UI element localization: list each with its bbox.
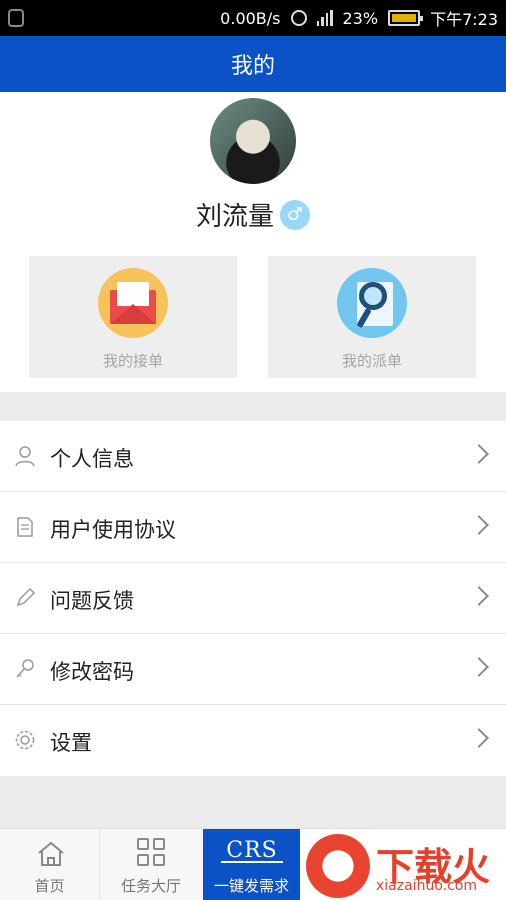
watermark: 下载火 xiazaihuo.com	[302, 832, 506, 900]
magnifier-icon	[337, 268, 407, 338]
person-icon	[15, 446, 35, 467]
my-dispatch-card[interactable]: 我的派单	[268, 256, 476, 378]
chevron-right-icon	[469, 515, 489, 535]
status-bar: 0.00B/s 23% 下午7:23	[0, 0, 506, 36]
notification-icon	[8, 9, 24, 27]
menu-item-settings[interactable]: 设置	[0, 705, 506, 776]
envelope-icon	[98, 268, 168, 338]
tab-home-label: 首页	[34, 877, 65, 895]
chevron-right-icon	[469, 728, 489, 748]
network-speed: 0.00B/s	[220, 8, 281, 28]
my-dispatch-label: 我的派单	[341, 352, 402, 370]
menu-label: 个人信息	[50, 447, 134, 471]
watermark-url: xiazaihuo.com	[376, 878, 477, 894]
pencil-icon	[16, 587, 36, 607]
grid-icon	[137, 838, 165, 866]
menu-item-personal-info[interactable]: 个人信息	[0, 421, 506, 492]
status-right: 0.00B/s 23% 下午7:23	[220, 0, 498, 36]
tab-task-hall[interactable]: 任务大厅	[101, 829, 201, 900]
profile-section: 刘流量 ♂ 我的接单 我的派单	[0, 92, 506, 392]
chevron-right-icon	[469, 657, 489, 677]
my-orders-label: 我的接单	[102, 352, 163, 370]
key-icon	[16, 659, 34, 678]
menu-label: 修改密码	[50, 660, 134, 684]
settings-menu: 个人信息 用户使用协议 问题反馈 修改密码 设置	[0, 421, 506, 776]
flame-logo-icon	[306, 834, 370, 898]
title-bar: 我的	[0, 36, 506, 92]
menu-label: 设置	[50, 731, 92, 755]
chevron-right-icon	[469, 586, 489, 606]
menu-label: 用户使用协议	[50, 518, 176, 542]
menu-item-user-agreement[interactable]: 用户使用协议	[0, 492, 506, 563]
battery-icon	[388, 10, 424, 26]
crs-logo: CRS	[221, 839, 283, 863]
page-title: 我的	[230, 54, 275, 79]
home-icon	[38, 841, 64, 866]
chevron-right-icon	[469, 444, 489, 464]
alarm-icon	[290, 10, 307, 26]
document-icon	[17, 517, 33, 537]
tab-task-hall-label: 任务大厅	[120, 877, 181, 895]
tab-home[interactable]: 首页	[0, 829, 100, 900]
tab-post-request[interactable]: CRS 一键发需求	[203, 829, 300, 900]
gear-icon	[15, 730, 35, 750]
tab-post-request-label: 一键发需求	[213, 877, 289, 895]
signal-icon	[316, 10, 333, 26]
username: 刘流量	[195, 202, 274, 232]
my-orders-card[interactable]: 我的接单	[29, 256, 237, 378]
avatar[interactable]	[210, 98, 296, 184]
clock: 下午7:23	[430, 10, 498, 29]
menu-item-feedback[interactable]: 问题反馈	[0, 563, 506, 634]
username-row: 刘流量 ♂	[0, 196, 506, 233]
battery-percent: 23%	[342, 8, 379, 28]
menu-item-change-password[interactable]: 修改密码	[0, 634, 506, 705]
male-gender-icon: ♂	[280, 199, 310, 230]
menu-label: 问题反馈	[50, 589, 134, 613]
